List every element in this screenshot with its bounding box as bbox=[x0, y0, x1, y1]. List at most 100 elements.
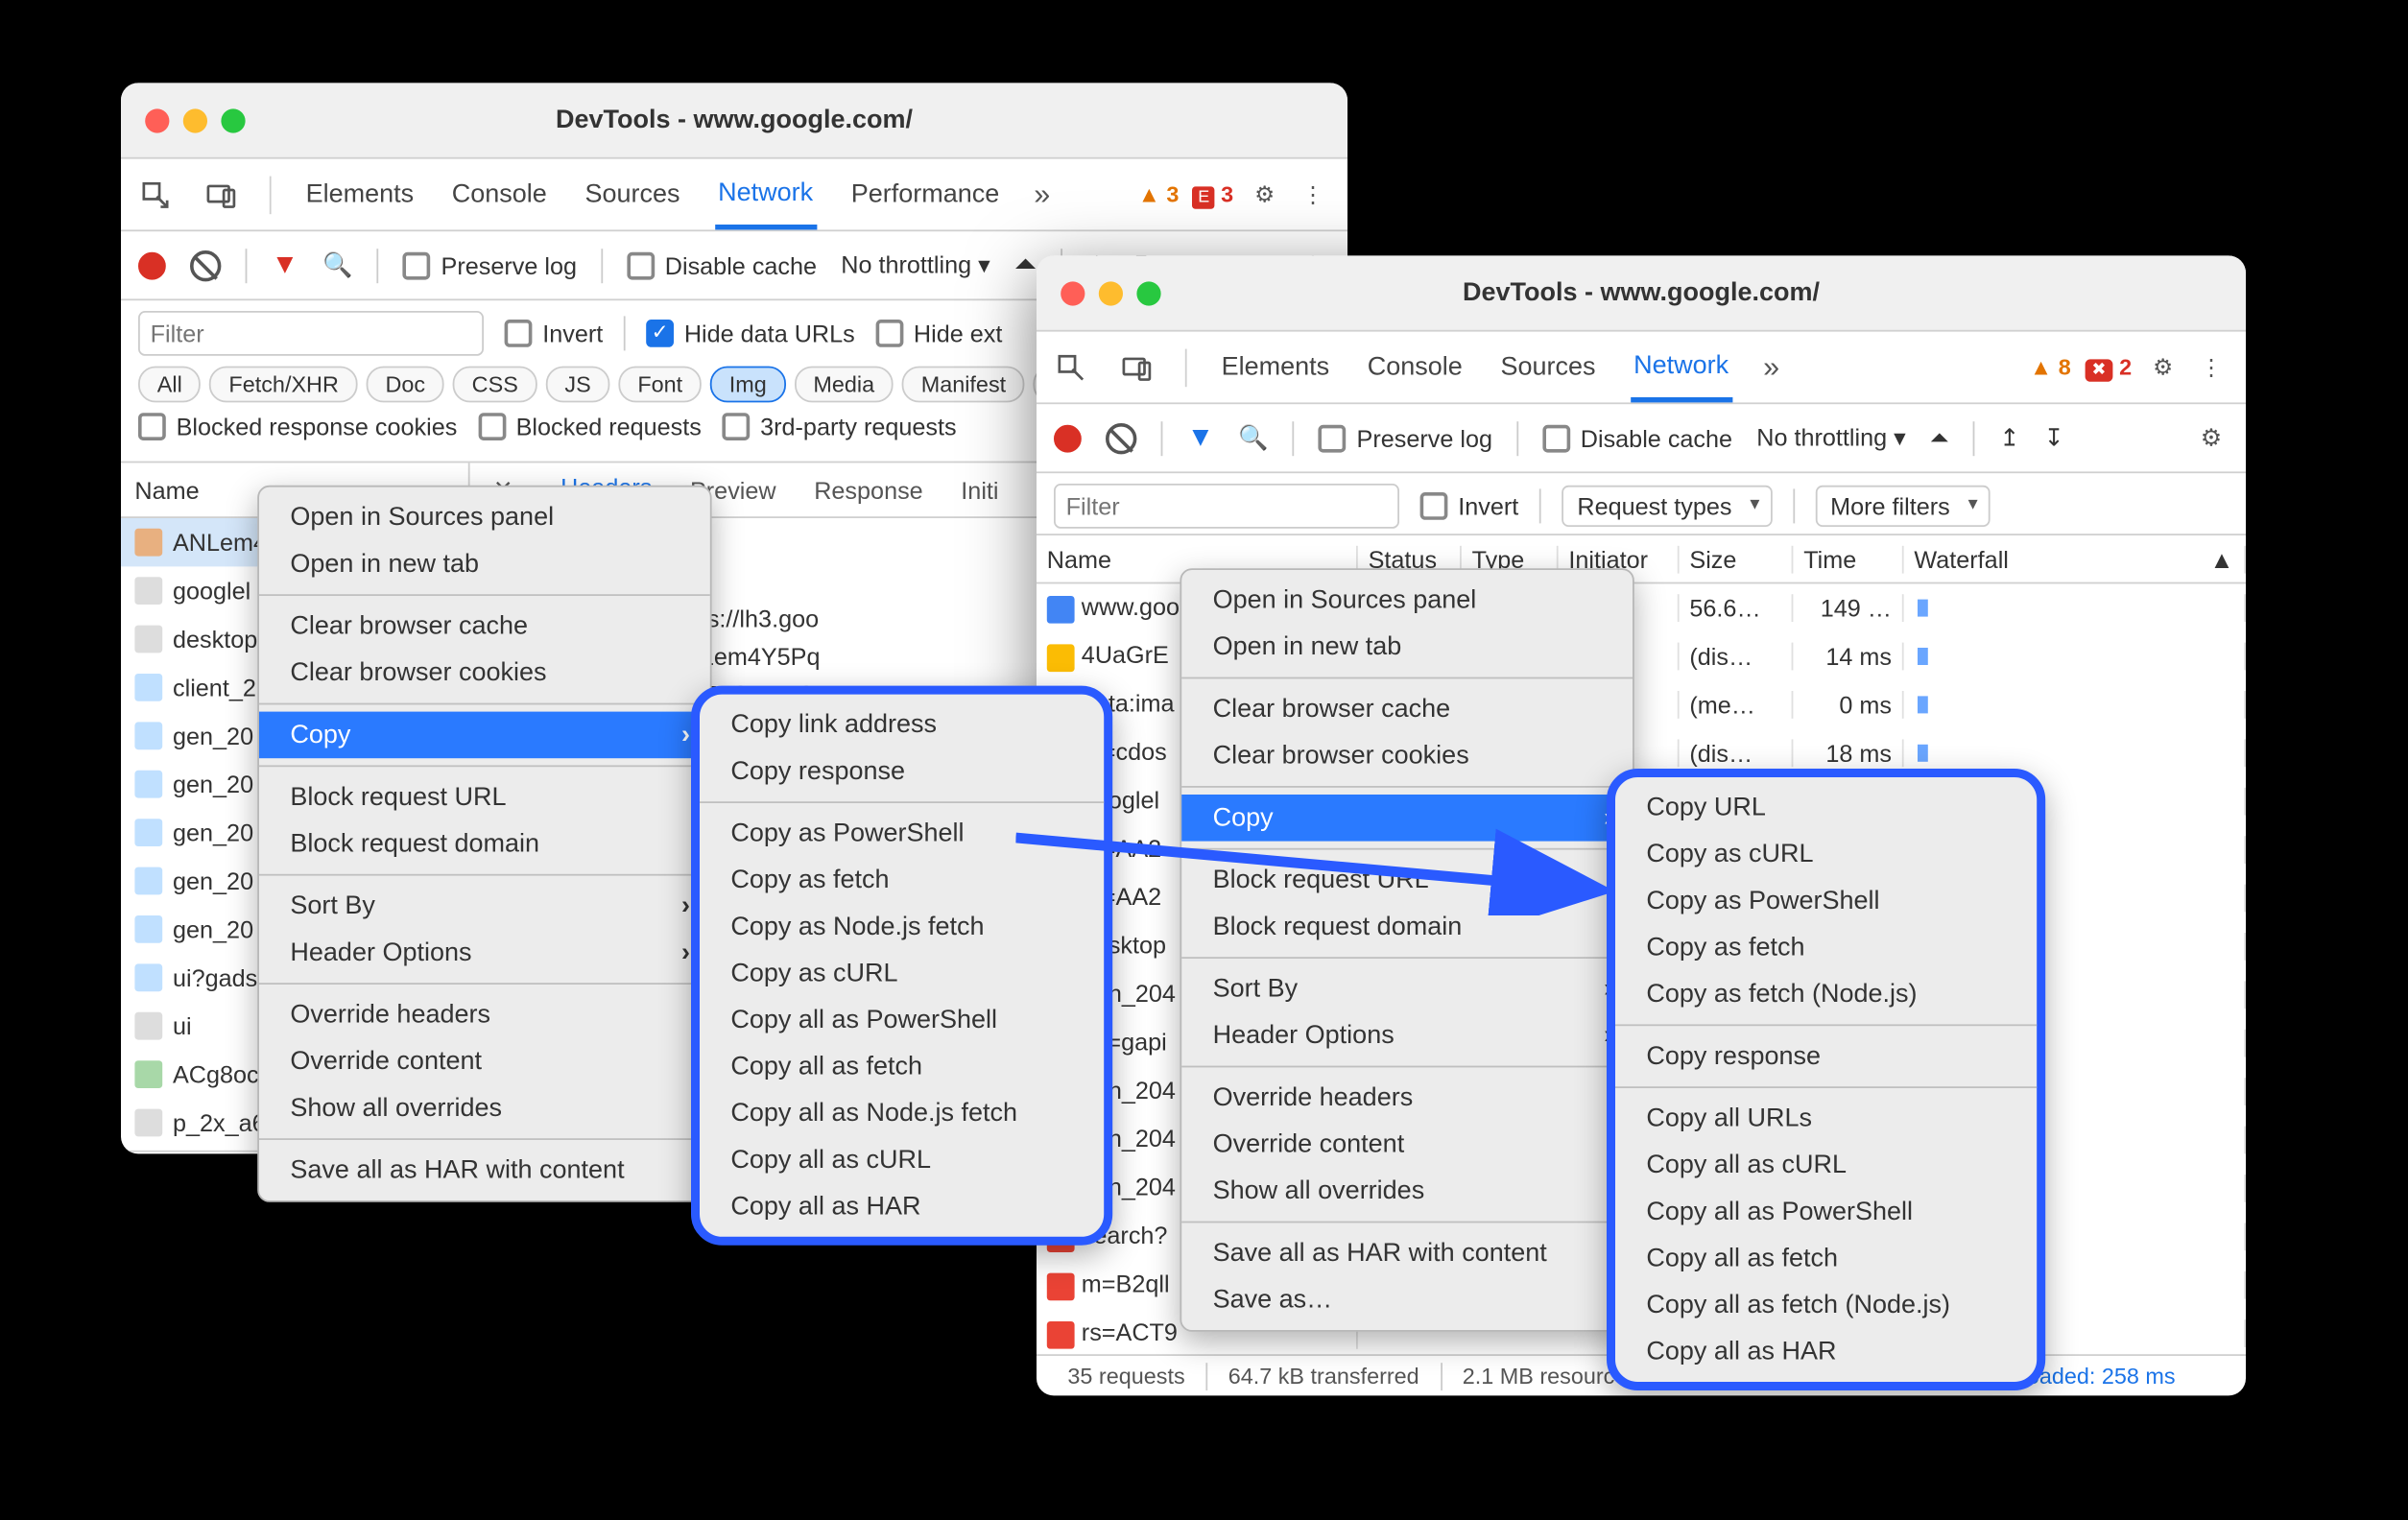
sub2-copyall-urls[interactable]: Copy all URLs bbox=[1615, 1095, 2037, 1142]
sub-copy-response[interactable]: Copy response bbox=[700, 748, 1104, 795]
sub2-copyall-ps[interactable]: Copy all as PowerShell bbox=[1615, 1188, 2037, 1235]
download-icon[interactable]: ↧ bbox=[2044, 423, 2064, 453]
tab-performance[interactable]: Performance bbox=[847, 162, 1003, 226]
tab-elements[interactable]: Elements bbox=[1218, 335, 1333, 399]
sub-copyall-fetch[interactable]: Copy all as fetch bbox=[700, 1043, 1104, 1090]
ctx-override-content[interactable]: Override content bbox=[259, 1038, 711, 1085]
search-icon[interactable]: 🔍 bbox=[322, 250, 352, 280]
warning-badge[interactable]: ▲ 3 bbox=[1138, 181, 1180, 207]
kebab-menu-icon[interactable]: ⋮ bbox=[2194, 350, 2229, 385]
ctx-open-newtab[interactable]: Open in new tab bbox=[259, 540, 711, 587]
hide-data-urls-checkbox[interactable]: Hide data URLs bbox=[646, 320, 854, 347]
sub-copyall-har[interactable]: Copy all as HAR bbox=[700, 1183, 1104, 1230]
ctx-clear-cookies[interactable]: Clear browser cookies bbox=[259, 650, 711, 697]
maximize-window-btn[interactable] bbox=[1136, 281, 1160, 305]
tab-network[interactable]: Network bbox=[714, 160, 816, 229]
error-badge[interactable]: E 3 bbox=[1193, 181, 1233, 207]
chip-all[interactable]: All bbox=[138, 367, 202, 403]
throttling-select[interactable]: No throttling ▾ bbox=[841, 250, 990, 280]
name-column-header[interactable]: Name bbox=[134, 476, 199, 504]
ctx-override-content[interactable]: Override content bbox=[1181, 1121, 1633, 1168]
request-types-dropdown[interactable]: Request types bbox=[1562, 486, 1772, 527]
tab-console[interactable]: Console bbox=[1364, 335, 1466, 399]
tab-sources[interactable]: Sources bbox=[582, 162, 683, 226]
tab-elements[interactable]: Elements bbox=[302, 162, 417, 226]
ctx-block-url[interactable]: Block request URL bbox=[259, 773, 711, 820]
sub2-copyall-curl[interactable]: Copy all as cURL bbox=[1615, 1142, 2037, 1189]
sub-copy-link[interactable]: Copy link address bbox=[700, 701, 1104, 748]
error-badge[interactable]: ✖ 2 bbox=[2085, 354, 2132, 380]
invert-checkbox[interactable]: Invert bbox=[505, 320, 604, 347]
close-window-btn[interactable] bbox=[1061, 281, 1085, 305]
sub2-copyall-fetch[interactable]: Copy all as fetch bbox=[1615, 1235, 2037, 1282]
sub2-copy-fetch-node[interactable]: Copy as fetch (Node.js) bbox=[1615, 971, 2037, 1018]
ctx-open-sources[interactable]: Open in Sources panel bbox=[259, 494, 711, 541]
maximize-window-btn[interactable] bbox=[221, 108, 245, 132]
col-time[interactable]: Time bbox=[1793, 545, 1903, 573]
ctx-block-domain[interactable]: Block request domain bbox=[259, 820, 711, 867]
third-party-checkbox[interactable]: 3rd-party requests bbox=[723, 413, 957, 440]
preserve-log-checkbox[interactable]: Preserve log bbox=[403, 251, 577, 279]
clear-button[interactable] bbox=[190, 249, 221, 280]
dtab-response[interactable]: Response bbox=[814, 465, 922, 513]
ctx-sort-by[interactable]: Sort By bbox=[1181, 965, 1633, 1012]
minimize-window-btn[interactable] bbox=[183, 108, 207, 132]
ctx-copy[interactable]: Copy bbox=[259, 712, 711, 759]
inspect-icon[interactable] bbox=[1054, 350, 1088, 385]
ctx-clear-cache[interactable]: Clear browser cache bbox=[1181, 686, 1633, 733]
kebab-menu-icon[interactable]: ⋮ bbox=[1296, 178, 1330, 212]
upload-icon[interactable]: ↥ bbox=[1999, 423, 2019, 453]
sub-copy-curl[interactable]: Copy as cURL bbox=[700, 950, 1104, 997]
sub-copyall-curl[interactable]: Copy all as cURL bbox=[700, 1136, 1104, 1183]
col-size[interactable]: Size bbox=[1680, 545, 1794, 573]
search-icon[interactable]: 🔍 bbox=[1238, 423, 1268, 453]
ctx-override-headers[interactable]: Override headers bbox=[1181, 1075, 1633, 1122]
ctx-show-overrides[interactable]: Show all overrides bbox=[259, 1084, 711, 1131]
sub2-copyall-fetch-node[interactable]: Copy all as fetch (Node.js) bbox=[1615, 1282, 2037, 1329]
filter-toggle-icon[interactable]: ▼ bbox=[272, 249, 299, 280]
record-button[interactable] bbox=[1054, 424, 1082, 452]
blocked-cookies-checkbox[interactable]: Blocked response cookies bbox=[138, 413, 457, 440]
blocked-requests-checkbox[interactable]: Blocked requests bbox=[478, 413, 702, 440]
hide-ext-checkbox[interactable]: Hide ext bbox=[875, 320, 1002, 347]
col-waterfall[interactable]: Waterfall▲ bbox=[1904, 545, 2246, 573]
sub-copyall-ps[interactable]: Copy all as PowerShell bbox=[700, 997, 1104, 1044]
ctx-clear-cache[interactable]: Clear browser cache bbox=[259, 603, 711, 650]
tab-network[interactable]: Network bbox=[1630, 333, 1731, 402]
filter-input[interactable] bbox=[138, 311, 484, 356]
clear-button[interactable] bbox=[1106, 422, 1136, 453]
warning-badge[interactable]: ▲ 8 bbox=[2030, 354, 2071, 380]
chip-media[interactable]: Media bbox=[795, 367, 894, 403]
disable-cache-checkbox[interactable]: Disable cache bbox=[1542, 424, 1732, 452]
chip-css[interactable]: CSS bbox=[453, 367, 537, 403]
ctx-save-as[interactable]: Save as… bbox=[1181, 1276, 1633, 1323]
ctx-header-options[interactable]: Header Options bbox=[259, 929, 711, 976]
settings-gear-icon[interactable]: ⚙ bbox=[1248, 178, 1282, 212]
network-settings-gear-icon[interactable]: ⚙ bbox=[2194, 420, 2229, 455]
sub2-copy-url[interactable]: Copy URL bbox=[1615, 784, 2037, 831]
sub2-copy-curl[interactable]: Copy as cURL bbox=[1615, 831, 2037, 878]
ctx-save-har[interactable]: Save all as HAR with content bbox=[259, 1147, 711, 1194]
dtab-initiator[interactable]: Initi bbox=[961, 465, 998, 513]
ctx-open-sources[interactable]: Open in Sources panel bbox=[1181, 577, 1633, 624]
disable-cache-checkbox[interactable]: Disable cache bbox=[627, 251, 817, 279]
sub2-copyall-har[interactable]: Copy all as HAR bbox=[1615, 1328, 2037, 1375]
ctx-save-har[interactable]: Save all as HAR with content bbox=[1181, 1230, 1633, 1277]
wifi-icon[interactable]: ⏶ bbox=[1014, 249, 1037, 280]
filter-toggle-icon[interactable]: ▼ bbox=[1187, 422, 1215, 453]
settings-gear-icon[interactable]: ⚙ bbox=[2146, 350, 2181, 385]
chip-js[interactable]: JS bbox=[546, 367, 610, 403]
ctx-clear-cookies[interactable]: Clear browser cookies bbox=[1181, 732, 1633, 779]
invert-checkbox[interactable]: Invert bbox=[1420, 492, 1519, 520]
more-tabs-btn[interactable]: » bbox=[1034, 178, 1050, 212]
device-toolbar-icon[interactable] bbox=[1119, 350, 1154, 385]
tab-console[interactable]: Console bbox=[448, 162, 550, 226]
filter-input[interactable] bbox=[1054, 484, 1399, 529]
throttling-select[interactable]: No throttling ▾ bbox=[1756, 423, 1906, 453]
chip-manifest[interactable]: Manifest bbox=[902, 367, 1025, 403]
device-toolbar-icon[interactable] bbox=[203, 178, 238, 212]
ctx-sort-by[interactable]: Sort By bbox=[259, 883, 711, 930]
close-window-btn[interactable] bbox=[145, 108, 169, 132]
more-tabs-btn[interactable]: » bbox=[1763, 350, 1779, 385]
sub2-copy-ps[interactable]: Copy as PowerShell bbox=[1615, 877, 2037, 924]
